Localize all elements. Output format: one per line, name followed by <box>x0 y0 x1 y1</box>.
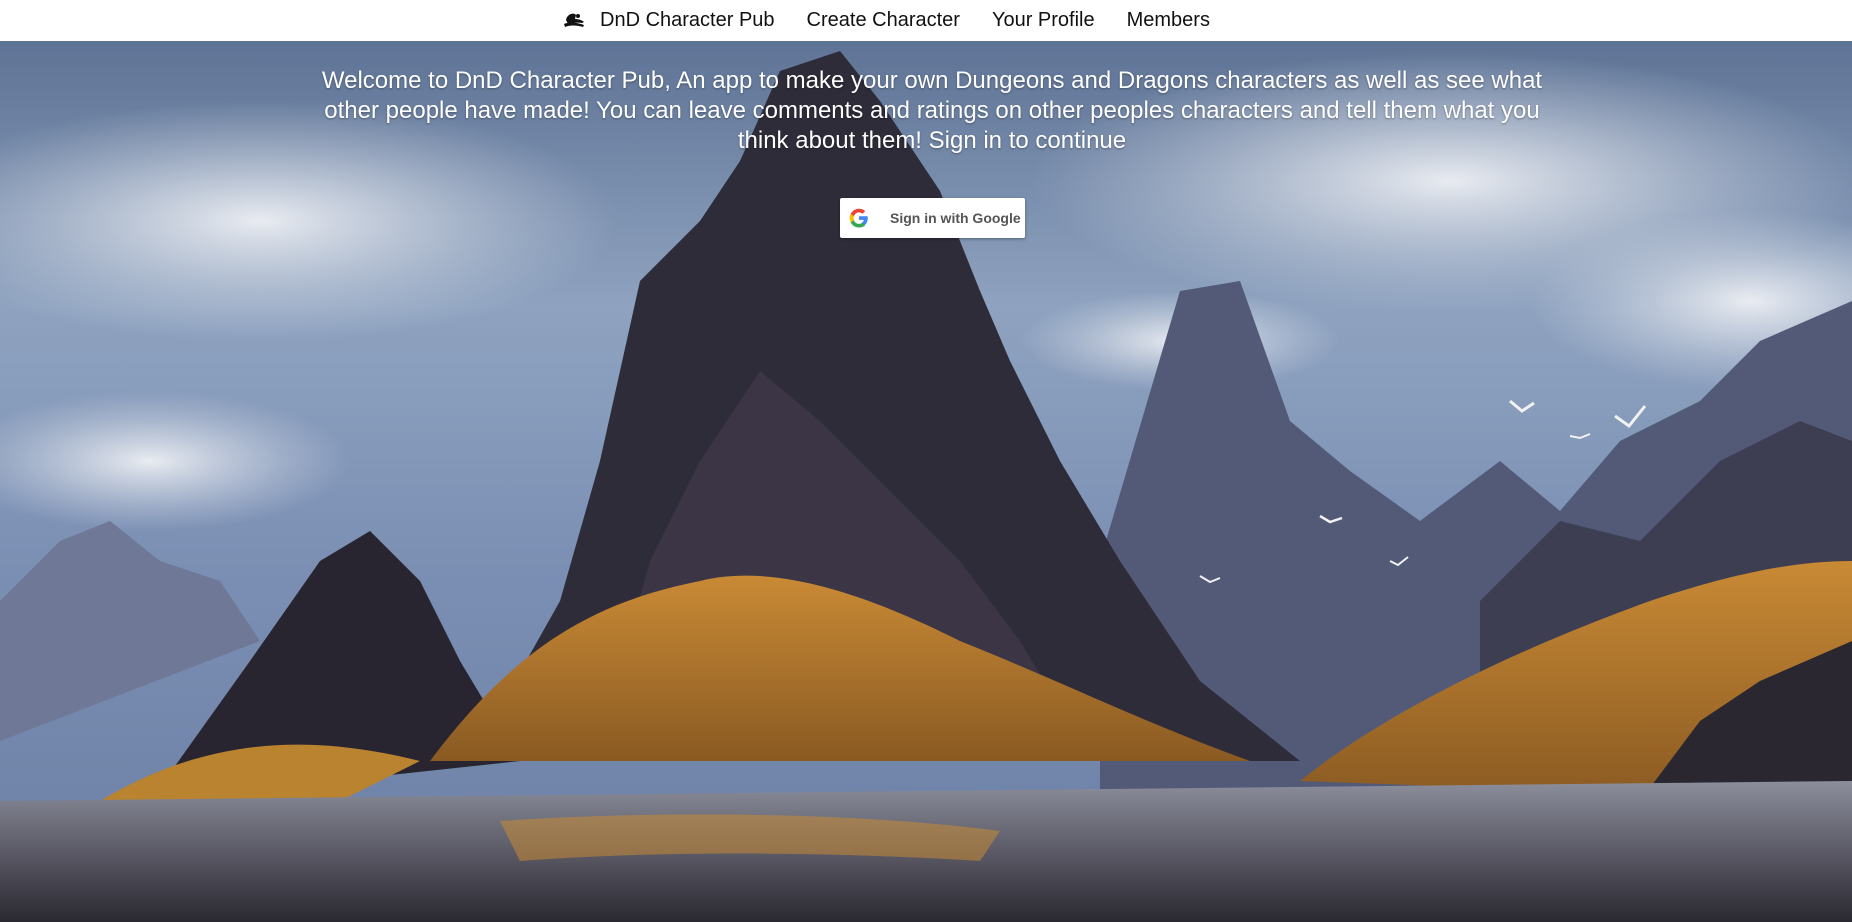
google-sign-in-label: Sign in with Google <box>890 210 1021 226</box>
welcome-message: Welcome to DnD Character Pub, An app to … <box>321 67 1543 154</box>
brand-label: DnD Character Pub <box>600 9 775 31</box>
landscape-background <box>0 41 1852 922</box>
brand-link[interactable]: DnD Character Pub <box>562 9 775 32</box>
nav-members[interactable]: Members <box>1127 9 1210 32</box>
google-logo-icon <box>849 208 869 228</box>
hero-section: Welcome to DnD Character Pub, An app to … <box>0 41 1852 922</box>
google-sign-in-button[interactable]: Sign in with Google <box>840 198 1025 238</box>
top-navbar: DnD Character Pub Create Character Your … <box>0 0 1852 41</box>
hat-icon <box>562 10 586 32</box>
nav-your-profile[interactable]: Your Profile <box>992 9 1095 32</box>
nav-create-character[interactable]: Create Character <box>807 9 960 32</box>
nav-links: DnD Character Pub Create Character Your … <box>562 9 1210 32</box>
